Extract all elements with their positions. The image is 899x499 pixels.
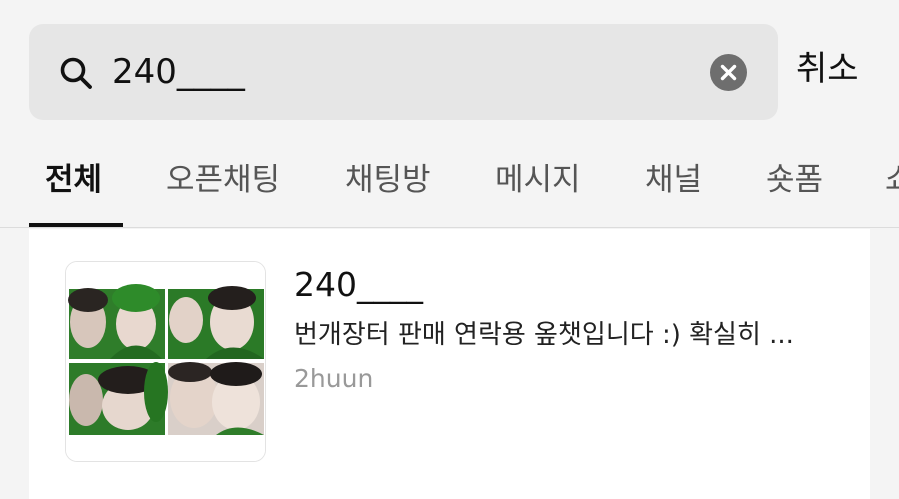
chat-description: 번개장터 판매 연락용 옾챗입니다 :) 확실히 ... [294,320,794,350]
search-bar-row: 240____ 취소 [0,0,899,140]
tab-shortform[interactable]: 숏폼 [766,158,823,202]
clear-search-button[interactable] [710,54,747,91]
cancel-button[interactable]: 취소 [796,44,859,94]
chat-thumbnail [65,261,266,462]
open-chat-result[interactable]: 240____ 번개장터 판매 연락용 옾챗입니다 :) 확실히 ... 2hu… [29,229,870,499]
tab-all[interactable]: 전체 [45,158,102,202]
search-icon [60,57,92,89]
search-category-tabs: 전체 오픈채팅 채팅방 메시지 채널 숏폼 쇼 [0,140,899,228]
clear-icon [720,64,737,81]
photo-collage-image [66,262,265,461]
tab-chat-rooms[interactable]: 채팅방 [345,158,431,202]
tab-overflow[interactable]: 쇼 [885,158,899,202]
tab-messages[interactable]: 메시지 [495,158,581,202]
active-tab-indicator [29,223,123,227]
tab-open-chat[interactable]: 오픈채팅 [166,158,280,202]
chat-owner: 2huun [294,364,374,393]
chat-title: 240____ [294,265,423,304]
search-box[interactable]: 240____ [29,24,778,120]
search-input[interactable]: 240____ [112,50,245,94]
tab-channels[interactable]: 채널 [645,158,702,202]
